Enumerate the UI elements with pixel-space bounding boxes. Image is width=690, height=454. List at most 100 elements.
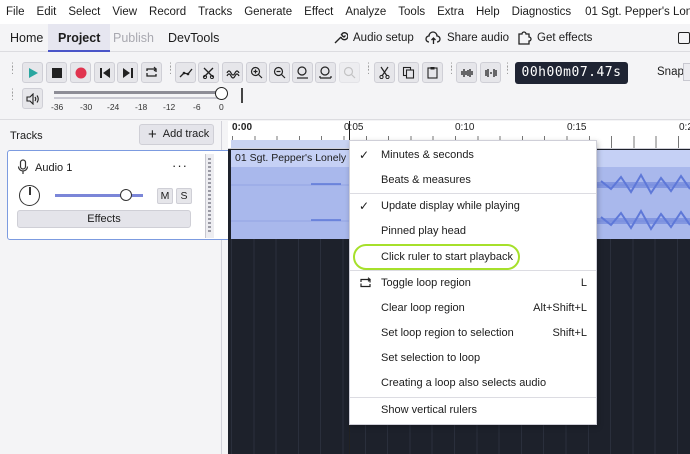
share-audio-button[interactable]: Share audio xyxy=(425,24,509,52)
get-effects-label: Get effects xyxy=(537,32,593,44)
menu-edit[interactable]: Edit xyxy=(31,6,63,18)
menu-item-label: Minutes & seconds xyxy=(381,149,474,161)
record-button[interactable] xyxy=(70,62,91,83)
menu-item-label: Set loop region to selection xyxy=(381,327,514,339)
meter-divider xyxy=(241,88,243,103)
stop-button[interactable] xyxy=(46,62,67,83)
menu-item-update-display[interactable]: ✓ Update display while playing xyxy=(350,194,596,218)
zoom-in-button[interactable] xyxy=(246,62,267,83)
add-track-button[interactable]: + Add track xyxy=(139,124,214,145)
microphone-icon xyxy=(17,159,29,174)
skip-start-icon xyxy=(99,67,110,78)
play-button[interactable] xyxy=(22,62,43,83)
mute-button[interactable]: M xyxy=(157,188,173,204)
meter-tick: -24 xyxy=(107,102,120,112)
menu-file[interactable]: File xyxy=(0,6,31,18)
tab-publish[interactable]: Publish xyxy=(103,24,164,52)
skip-to-start-button[interactable] xyxy=(94,62,115,83)
zoom-toggle-button[interactable] xyxy=(339,62,360,83)
toolbar-grip-icon[interactable]: ⋮ ⋮ xyxy=(364,62,373,84)
gain-slider-thumb[interactable] xyxy=(120,189,132,201)
menu-view[interactable]: View xyxy=(106,6,143,18)
menu-tracks[interactable]: Tracks xyxy=(192,6,238,18)
playback-volume-button[interactable] xyxy=(22,88,43,109)
audio-setup-label: Audio setup xyxy=(353,32,414,44)
menu-tools[interactable]: Tools xyxy=(392,6,431,18)
meter-tick: 0 xyxy=(219,102,224,112)
meter-tick: -36 xyxy=(51,102,64,112)
grip-icon xyxy=(208,158,211,232)
get-effects-button[interactable]: Get effects xyxy=(516,24,592,52)
menu-generate[interactable]: Generate xyxy=(238,6,298,18)
copy-button[interactable] xyxy=(398,62,419,83)
envelope-tool-button[interactable] xyxy=(175,62,196,83)
ruler-context-menu: ✓ Minutes & seconds Beats & measures ✓ U… xyxy=(349,140,597,425)
stop-icon xyxy=(51,67,62,78)
loop-region-bar[interactable] xyxy=(231,140,349,148)
cut-button[interactable] xyxy=(374,62,395,83)
overflow-icon[interactable] xyxy=(678,32,690,44)
zoom-out-button[interactable] xyxy=(269,62,290,83)
draw-tool-button[interactable] xyxy=(222,62,243,83)
menu-item-label: Set selection to loop xyxy=(381,352,481,364)
menu-help[interactable]: Help xyxy=(470,6,506,18)
tab-home[interactable]: Home xyxy=(0,24,53,52)
silence-audio-icon xyxy=(484,68,497,77)
audio-setup-button[interactable]: Audio setup xyxy=(332,24,414,52)
speaker-icon xyxy=(25,92,39,105)
zoom-fit-icon xyxy=(319,66,332,79)
trim-button[interactable] xyxy=(456,62,477,83)
tab-devtools[interactable]: DevTools xyxy=(158,24,229,52)
meter-tick: -12 xyxy=(163,102,176,112)
toolbar-grip-icon[interactable]: ⋮ ⋮ xyxy=(503,62,512,84)
loop-button[interactable] xyxy=(141,62,162,83)
menu-record[interactable]: Record xyxy=(143,6,192,18)
toolbar-grip-icon[interactable]: ⋮ ⋮ xyxy=(447,62,456,84)
loop-icon xyxy=(360,277,371,288)
toolbar-grip-icon[interactable]: ⋮ ⋮ xyxy=(8,62,17,84)
ruler-label: 0:00 xyxy=(232,122,253,133)
menu-item-loop-selects-audio[interactable]: Creating a loop also selects audio xyxy=(350,371,596,395)
track-name[interactable]: Audio 1 xyxy=(35,162,72,174)
menu-item-toggle-loop[interactable]: Toggle loop region L xyxy=(350,271,596,295)
menu-item-label: Toggle loop region xyxy=(381,277,471,289)
ruler-label: 0:15 xyxy=(567,122,587,133)
effects-button[interactable]: Effects xyxy=(17,210,191,228)
multi-tool-button[interactable] xyxy=(198,62,219,83)
menu-effect[interactable]: Effect xyxy=(298,6,339,18)
paste-button[interactable] xyxy=(422,62,443,83)
menu-item-vertical-rulers[interactable]: Show vertical rulers xyxy=(350,398,596,422)
menu-analyze[interactable]: Analyze xyxy=(339,6,392,18)
solo-button[interactable]: S xyxy=(176,188,192,204)
menu-item-minutes-seconds[interactable]: ✓ Minutes & seconds xyxy=(350,143,596,167)
menu-item-set-selection-to-loop[interactable]: Set selection to loop xyxy=(350,346,596,370)
menu-select[interactable]: Select xyxy=(62,6,106,18)
menu-item-pinned-play-head[interactable]: Pinned play head xyxy=(350,219,596,243)
menu-diagnostics[interactable]: Diagnostics xyxy=(506,6,577,18)
cloud-upload-icon xyxy=(425,31,441,44)
meter-tick: -18 xyxy=(135,102,148,112)
volume-slider-thumb[interactable] xyxy=(215,87,228,100)
snap-dropdown[interactable] xyxy=(683,63,690,81)
track-menu-icon[interactable]: ··· xyxy=(172,158,188,173)
tab-project[interactable]: Project xyxy=(48,24,111,52)
menu-item-label: Pinned play head xyxy=(381,225,467,237)
menu-item-set-loop-to-selection[interactable]: Set loop region to selection Shift+L xyxy=(350,321,596,345)
time-display[interactable]: 00h00m07.47s xyxy=(515,62,628,84)
record-icon xyxy=(75,67,86,78)
menu-extra[interactable]: Extra xyxy=(431,6,470,18)
waveform-draw-icon xyxy=(225,69,240,79)
volume-track[interactable] xyxy=(54,91,220,94)
trim-audio-icon xyxy=(460,68,473,77)
menu-item-beats-measures[interactable]: Beats & measures xyxy=(350,168,596,192)
zoom-selection-button[interactable] xyxy=(292,62,313,83)
menu-item-label: Show vertical rulers xyxy=(381,404,477,416)
skip-to-end-button[interactable] xyxy=(117,62,138,83)
menu-item-clear-loop[interactable]: Clear loop region Alt+Shift+L xyxy=(350,296,596,320)
zoom-fit-button[interactable] xyxy=(315,62,336,83)
meter-tick: -30 xyxy=(80,102,93,112)
zoom-out-icon xyxy=(273,66,286,79)
toolbar-grip-icon[interactable]: ⋮ ⋮ xyxy=(8,88,17,110)
silence-button[interactable] xyxy=(480,62,501,83)
toolbar-grip-icon[interactable]: ⋮ ⋮ xyxy=(166,62,175,84)
